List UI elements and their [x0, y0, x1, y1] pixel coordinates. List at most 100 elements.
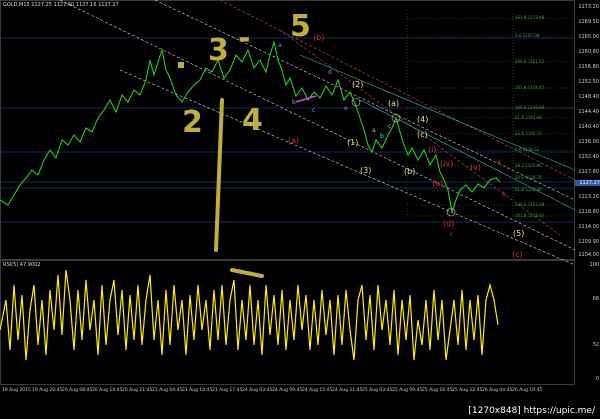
- time-tick: 24 Aug 15:45: [302, 388, 333, 393]
- wave-letter: b: [380, 133, 384, 140]
- hand-text: 3 - 5 2 4: [182, 9, 311, 140]
- hand-label: 2: [182, 105, 203, 140]
- wave-letter: a: [372, 127, 376, 134]
- wave-letter: b: [292, 99, 296, 106]
- time-tick: 26 Aug 04:45: [482, 388, 513, 393]
- rsi-axis: 100 68 32 0: [575, 260, 600, 385]
- small-wave-letters: a b c d e a b c a b c: [278, 42, 506, 238]
- time-axis: 19 Aug 2015 19 Aug 20:45 20 Aug 08:45 20…: [0, 386, 575, 398]
- price-tick: 1127.80: [578, 169, 599, 175]
- wave-labels: (b) (a) (2) (1) (3) (a) (4) (c) (b) (5) …: [288, 33, 524, 259]
- wave-label: (5): [513, 229, 524, 238]
- price-tick: 1123.20: [578, 194, 599, 200]
- watermark: [1270x848] https://upic.me/: [465, 405, 598, 417]
- wave-label: (v): [470, 163, 481, 172]
- wave-label: (2): [352, 80, 363, 89]
- fib-level-label: 0.0 1167.08: [515, 33, 540, 38]
- channel-line: [219, 0, 576, 181]
- wave-letter: a: [497, 158, 501, 165]
- time-tick: 25 Aug 22:45: [452, 388, 483, 393]
- price-tick: 1152.50: [578, 79, 599, 85]
- time-tick: 25 Aug 16:45: [422, 388, 453, 393]
- hand-dot: [178, 62, 184, 68]
- fib-level-label: 100.0 1149.84: [515, 105, 545, 110]
- fib-level-label: 38.2 1131.90: [515, 163, 542, 168]
- hand-label: 5: [290, 9, 311, 44]
- wave-label: (i): [428, 145, 436, 154]
- fib-level-label: 50.0 1128.78: [515, 175, 542, 180]
- fib-level-label: 61.8 1125.40: [515, 187, 542, 192]
- horizontal-levels: [0, 37, 575, 223]
- rsi-header: RSI(5) 47.9002: [3, 262, 41, 268]
- fib-level-label: 261.8 1173.48: [515, 15, 545, 20]
- time-tick: 21 Aug 17:45: [212, 388, 243, 393]
- price-tick: 1114.00: [578, 224, 599, 230]
- rsi-tick: 68: [592, 296, 599, 302]
- hand-dash-bottom: [230, 268, 264, 278]
- time-tick: 25 Aug 09:45: [392, 388, 423, 393]
- time-tick: 21 Aug 10:45: [182, 388, 213, 393]
- channel-line: [119, 69, 576, 266]
- time-tick: 24 Aug 09:45: [272, 388, 303, 393]
- price-tick: 1156.80: [578, 64, 599, 70]
- price-tick: 1165.00: [578, 34, 599, 40]
- wave-label: (1): [347, 138, 358, 147]
- price-tick: 1136.00: [578, 139, 599, 145]
- price-tick: 1104.00: [578, 252, 599, 258]
- wave-label: (4): [417, 115, 428, 124]
- time-tick: 20 Aug 14:45: [92, 388, 123, 393]
- time-tick: 20 Aug 08:45: [62, 388, 93, 393]
- fib-level-label: 23.6 1140.72: [515, 131, 542, 136]
- wave-label: (a): [288, 136, 299, 145]
- price-tick: 1160.80: [578, 49, 599, 55]
- wave-label: (b): [313, 33, 324, 42]
- hand-label: 3: [208, 33, 229, 68]
- wave-letter: c: [312, 107, 315, 114]
- hand-label: 4: [242, 103, 263, 138]
- current-price-badge: 1127.27: [575, 180, 600, 186]
- time-tick: 19 Aug 20:45: [32, 388, 63, 393]
- time-tick: 24 Aug 21:45: [332, 388, 363, 393]
- channel-line: [299, 54, 576, 171]
- fib-level-label: 161.8 1154.42: [515, 85, 545, 90]
- hand-vertical-bar: [214, 98, 224, 252]
- wave-label: (e): [432, 179, 443, 188]
- price-tick: 1169.50: [578, 19, 599, 25]
- fib-level-label: 200.0 1161.62: [515, 59, 545, 64]
- wave-letter: c: [388, 123, 391, 130]
- rsi-series: [0, 269, 499, 361]
- wave-label: (b): [404, 167, 415, 176]
- time-tick: 19 Aug 2015: [2, 388, 31, 393]
- price-tick: 1148.40: [578, 94, 599, 100]
- pivot-circles: [351, 97, 456, 217]
- rsi-tick: 0: [595, 376, 599, 382]
- fib-verticals: [406, 10, 514, 215]
- wave-label: (iv): [440, 159, 453, 168]
- wave-label: (c): [417, 130, 428, 139]
- price-tick: 1173.20: [578, 4, 599, 10]
- price-tick: 1144.40: [578, 109, 599, 115]
- wave-label: (3): [360, 166, 371, 175]
- time-tick: 21 Aug 04:45: [152, 388, 183, 393]
- price-tick: 1140.40: [578, 124, 599, 130]
- time-tick: 26 Aug 10:45: [512, 388, 543, 393]
- chart-drawing-layer: a b c d e a b c a b c (b) (a) (2) (1) (3…: [0, 0, 576, 361]
- wave-letter: c: [450, 231, 453, 238]
- rsi-tick: 100: [589, 262, 599, 268]
- price-tick: 1118.80: [578, 209, 599, 215]
- price-tick: 1109.90: [578, 239, 599, 245]
- time-tick: 20 Aug 21:45: [122, 388, 153, 393]
- time-tick: 24 Aug 03:45: [242, 388, 273, 393]
- wave-label: (c): [512, 250, 523, 259]
- wave-letter: b: [502, 191, 506, 198]
- price-tick: 1132.40: [578, 154, 599, 160]
- wave-letter: d: [328, 69, 332, 76]
- wave-letter: e: [344, 105, 348, 112]
- time-tick: 25 Aug 03:45: [362, 388, 393, 393]
- rsi-tick: 32: [592, 342, 599, 348]
- fib-level-label: 161.8 1118.92: [515, 213, 545, 218]
- wave-label: (d): [443, 219, 454, 228]
- fib-level-label: 100.0 1122.68: [515, 202, 545, 207]
- wave-letter: a: [278, 42, 282, 49]
- fib-level-label: 0.0 1136.52: [515, 147, 540, 152]
